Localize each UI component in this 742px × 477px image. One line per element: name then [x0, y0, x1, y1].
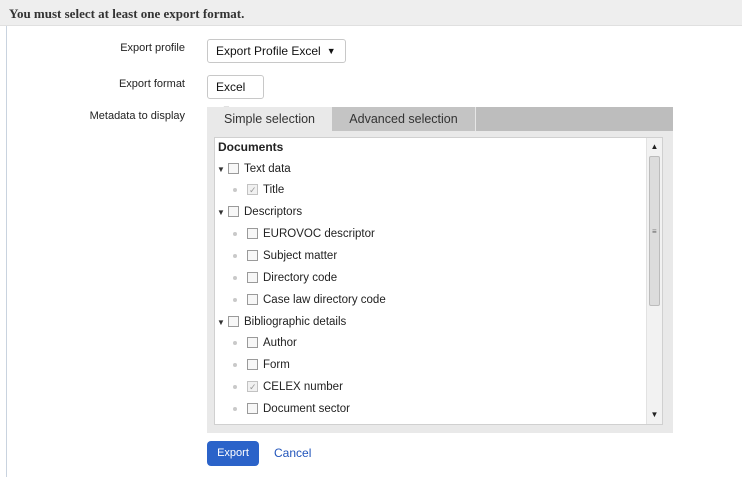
- bullet-icon: [233, 254, 237, 258]
- expand-triangle-icon[interactable]: ▼: [217, 314, 225, 332]
- export-button[interactable]: Export: [207, 441, 259, 466]
- bullet-icon: [233, 298, 237, 302]
- export-profile-select[interactable]: Export Profile Excel ▼: [207, 39, 346, 63]
- checkbox[interactable]: [247, 294, 258, 305]
- bullet-icon: [233, 363, 237, 367]
- tree-node-label: Descriptors: [244, 206, 303, 218]
- checkbox[interactable]: [228, 316, 239, 327]
- checkbox[interactable]: [247, 272, 258, 283]
- tree-leaf-label: Directory code: [263, 272, 338, 284]
- error-message: You must select at least one export form…: [9, 6, 245, 21]
- tree-node-text-data: ▼ Text data: [215, 160, 645, 178]
- checkbox[interactable]: [247, 424, 258, 425]
- chevron-down-icon: ▼: [326, 46, 336, 56]
- tree-heading: Documents: [218, 140, 284, 154]
- tree-leaf-eurovoc: EUROVOC descriptor: [215, 225, 645, 243]
- tree-node-bibliographic-details: ▼ Bibliographic details: [215, 313, 645, 331]
- export-format-value: Excel: [216, 80, 246, 94]
- scroll-thumb[interactable]: ≡: [649, 156, 660, 306]
- bullet-icon: [233, 385, 237, 389]
- export-format-select[interactable]: Excel▼: [207, 75, 264, 114]
- checkbox[interactable]: [247, 337, 258, 348]
- scroll-up-arrow-icon[interactable]: ▲: [647, 140, 662, 154]
- tree-leaf-label: Document sector: [263, 403, 350, 415]
- tab-advanced-selection[interactable]: Advanced selection: [332, 107, 475, 131]
- export-profile-label: Export profile: [120, 42, 185, 54]
- checkbox[interactable]: [247, 403, 258, 414]
- tree-leaf-celex-number: CELEX number: [215, 378, 645, 396]
- tree-leaf-document-sector: Document sector: [215, 400, 645, 418]
- tree-leaf-author: Author: [215, 334, 645, 352]
- tree-leaf-case-law-directory-code: Case law directory code: [215, 291, 645, 309]
- error-banner: You must select at least one export form…: [0, 0, 742, 26]
- tree-node-descriptors: ▼ Descriptors: [215, 203, 645, 221]
- tree-leaf-title: Title: [215, 181, 645, 199]
- tree-leaf-label: EUROVOC descriptor: [263, 228, 375, 240]
- metadata-tree: Documents ▼ Text data Title ▼ Descriptor…: [214, 137, 663, 425]
- export-format-label: Export format: [118, 78, 185, 90]
- bullet-icon: [233, 276, 237, 280]
- tab-simple-selection[interactable]: Simple selection: [207, 107, 332, 131]
- tree-scrollbar[interactable]: ▲ ≡ ▼: [646, 138, 662, 424]
- export-profile-value: Export Profile Excel: [216, 44, 321, 58]
- checkbox[interactable]: [228, 206, 239, 217]
- checkbox-checked[interactable]: [247, 181, 258, 199]
- tree-node-label: Text data: [244, 163, 291, 175]
- metadata-label: Metadata to display: [89, 110, 185, 122]
- tree-leaf-directory-code: Directory code: [215, 269, 645, 287]
- tree-leaf-form: Form: [215, 356, 645, 374]
- bullet-icon: [233, 407, 237, 411]
- selection-tabs: Simple selection Advanced selection: [207, 107, 673, 131]
- tab-divider: [475, 107, 476, 131]
- checkbox[interactable]: [247, 250, 258, 261]
- tree-leaf-label: Form: [263, 359, 290, 371]
- bullet-icon: [233, 188, 237, 192]
- tree-leaf-label: Case law directory code: [263, 294, 386, 306]
- checkbox[interactable]: [228, 163, 239, 174]
- checkbox[interactable]: [247, 359, 258, 370]
- tree-leaf-subject-matter: Subject matter: [215, 247, 645, 265]
- tree-node-label: Bibliographic details: [244, 316, 347, 328]
- scroll-down-arrow-icon[interactable]: ▼: [647, 408, 662, 422]
- tree-leaf-label: CELEX number: [263, 381, 343, 393]
- expand-triangle-icon[interactable]: ▼: [217, 161, 225, 179]
- bullet-icon: [233, 232, 237, 236]
- tree-leaf-label: Author: [263, 337, 297, 349]
- cancel-link[interactable]: Cancel: [274, 446, 311, 460]
- page-left-border: [6, 26, 7, 477]
- checkbox[interactable]: [247, 228, 258, 239]
- bullet-icon: [233, 341, 237, 345]
- tree-leaf-partial: [215, 421, 645, 425]
- grip-icon: ≡: [652, 227, 657, 236]
- checkbox-checked[interactable]: [247, 378, 258, 396]
- expand-triangle-icon[interactable]: ▼: [217, 204, 225, 222]
- tree-leaf-label: Title: [263, 184, 285, 196]
- tree-leaf-label: Subject matter: [263, 250, 338, 262]
